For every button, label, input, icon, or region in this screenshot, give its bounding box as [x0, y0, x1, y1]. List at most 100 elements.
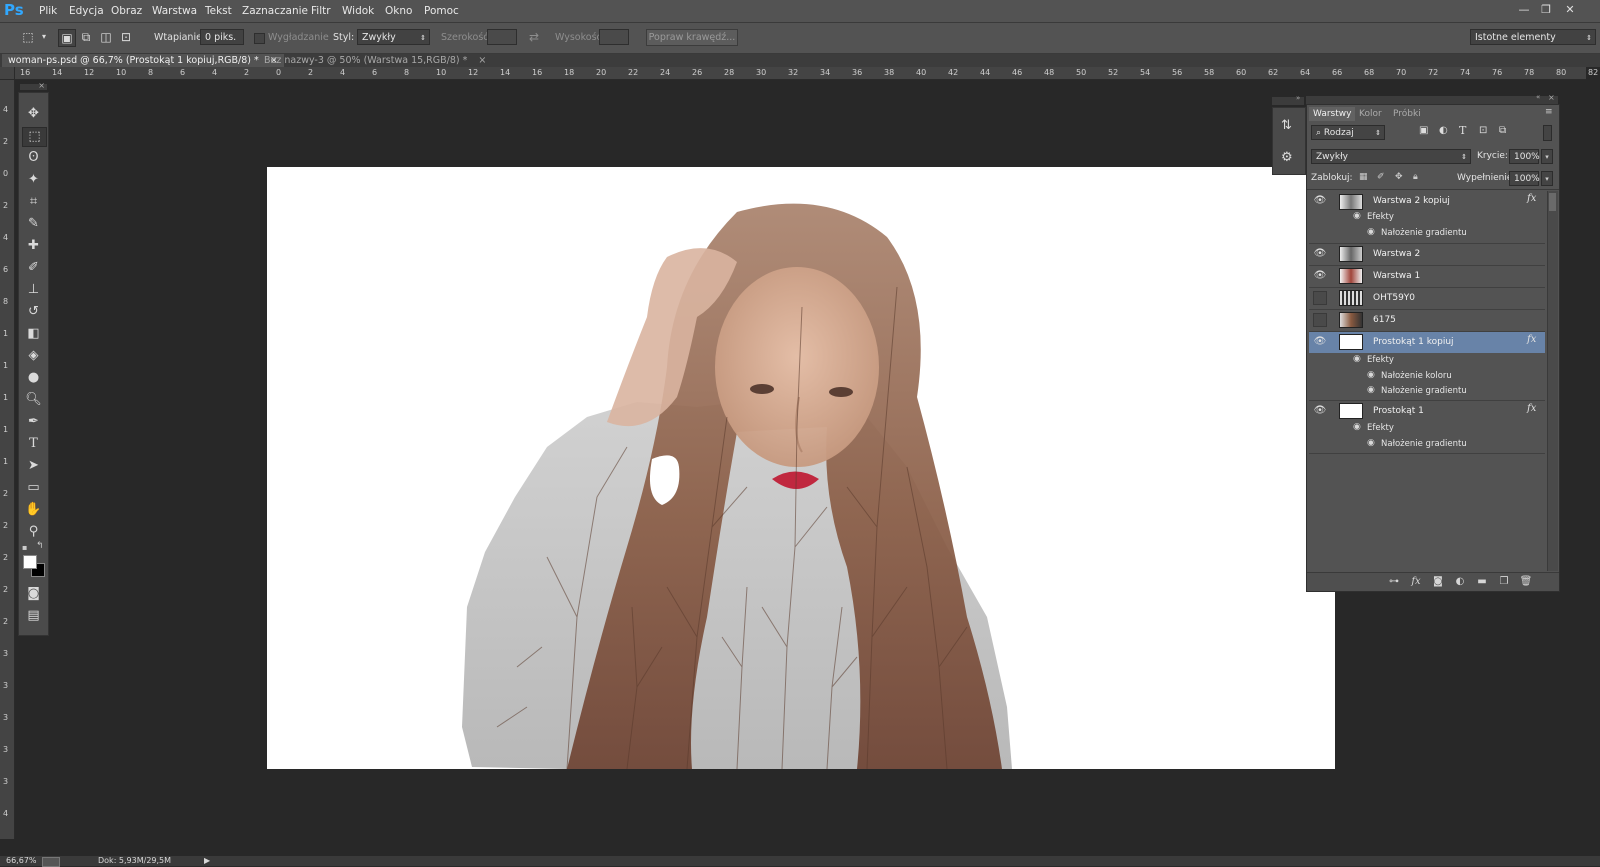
layer-row-6175[interactable]: 6175: [1309, 310, 1545, 332]
filter-pixel-icon[interactable]: ▣: [1419, 125, 1428, 136]
tab-bez-nazwy-3[interactable]: Bez nazwy-3 @ 50% (Warstwa 15,RGB/8) * ×: [258, 54, 492, 67]
effect-eye-icon[interactable]: ◉: [1367, 227, 1375, 237]
visibility-eye-icon[interactable]: 👁︎: [1313, 404, 1327, 418]
new-adjustment-layer-icon[interactable]: ◐: [1453, 576, 1467, 588]
layers-scrollbar[interactable]: [1547, 191, 1558, 571]
crop-tool-icon[interactable]: ⌗: [22, 193, 45, 211]
move-tool-icon[interactable]: ✥: [22, 105, 45, 123]
zoom-tool-icon[interactable]: ⚲: [22, 523, 45, 541]
visibility-eye-icon[interactable]: 👁︎: [1313, 269, 1327, 283]
menu-widok[interactable]: Widok: [342, 5, 374, 17]
opacity-input[interactable]: 100%: [1509, 149, 1540, 164]
fx-icon[interactable]: fx: [1527, 334, 1536, 345]
close-tab-icon[interactable]: ×: [478, 55, 486, 66]
collapse-icon[interactable]: «: [1536, 93, 1540, 101]
swap-dimensions-icon[interactable]: ⇄: [526, 29, 542, 45]
path-selection-tool-icon[interactable]: ➤: [22, 457, 45, 475]
toolbox-header[interactable]: ×: [20, 81, 47, 90]
effects-eye-icon[interactable]: ◉: [1353, 354, 1361, 364]
visibility-eye-icon[interactable]: 👁︎: [1313, 194, 1327, 208]
filter-kind-select[interactable]: ⌕ Rodzaj ⇕: [1311, 125, 1385, 140]
layer-row-warstwa-2-kopiuj[interactable]: 👁︎ Warstwa 2 kopiuj fx ◉ Efekty ◉ Nałoże…: [1309, 191, 1545, 244]
tab-warstwy[interactable]: Warstwy: [1309, 107, 1356, 121]
menu-okno[interactable]: Okno: [385, 5, 412, 17]
default-colors-icon[interactable]: ▪: [22, 543, 27, 552]
lock-all-icon[interactable]: 🔒︎: [1413, 172, 1418, 182]
menu-plik[interactable]: Plik: [39, 5, 57, 17]
brush-tool-icon[interactable]: ✐: [22, 259, 45, 277]
menu-edycja[interactable]: Edycja: [69, 5, 104, 17]
delete-layer-icon[interactable]: 🗑︎: [1519, 576, 1533, 588]
tab-woman-ps[interactable]: woman-ps.psd @ 66,7% (Prostokąt 1 kopiuj…: [2, 54, 284, 67]
hand-tool-icon[interactable]: ✋: [22, 501, 45, 519]
visibility-toggle-empty[interactable]: [1313, 313, 1327, 327]
panel-header[interactable]: « ×: [1306, 93, 1558, 104]
minimize-button[interactable]: —: [1516, 3, 1532, 17]
add-to-selection-icon[interactable]: ⧉: [78, 29, 94, 45]
new-selection-icon[interactable]: ▣: [58, 29, 76, 47]
workspace-select[interactable]: Istotne elementy ⇕: [1470, 29, 1596, 45]
screen-mode-icon[interactable]: ▤: [22, 607, 45, 625]
pen-tool-icon[interactable]: ✒: [22, 413, 45, 431]
fx-icon[interactable]: fx: [1527, 193, 1536, 204]
opacity-dropdown-icon[interactable]: ▾: [1541, 149, 1553, 164]
effect-eye-icon[interactable]: ◉: [1367, 370, 1375, 380]
marquee-tool-preset-icon[interactable]: ⬚: [20, 29, 36, 45]
close-icon[interactable]: ×: [38, 81, 45, 90]
layer-row-warstwa-1[interactable]: 👁︎ Warstwa 1: [1309, 266, 1545, 288]
status-menu-arrow-icon[interactable]: ▶: [204, 856, 210, 865]
zoom-level[interactable]: 66,67%: [6, 856, 37, 865]
clone-stamp-tool-icon[interactable]: ⊥: [22, 281, 45, 299]
eraser-tool-icon[interactable]: ◧: [22, 325, 45, 343]
filter-toggle[interactable]: [1543, 125, 1552, 141]
lock-transparent-icon[interactable]: ▦: [1359, 172, 1368, 182]
refine-edge-button[interactable]: Popraw krawędź...: [646, 29, 738, 46]
quick-mask-icon[interactable]: ◙: [22, 585, 45, 603]
add-layer-style-icon[interactable]: fx: [1409, 576, 1423, 588]
feather-input[interactable]: 0 piks.: [200, 29, 244, 45]
swap-colors-icon[interactable]: ↰: [36, 541, 44, 551]
visibility-eye-icon[interactable]: 👁︎: [1313, 247, 1327, 261]
layer-row-warstwa-2[interactable]: 👁︎ Warstwa 2: [1309, 244, 1545, 266]
effect-eye-icon[interactable]: ◉: [1367, 438, 1375, 448]
filter-type-icon[interactable]: T: [1459, 124, 1466, 137]
scrollbar-thumb[interactable]: [1549, 193, 1556, 211]
menu-obraz[interactable]: Obraz: [111, 5, 142, 17]
effects-eye-icon[interactable]: ◉: [1353, 211, 1361, 221]
antialias-checkbox[interactable]: [254, 33, 265, 44]
menu-tekst[interactable]: Tekst: [205, 5, 232, 17]
blur-tool-icon[interactable]: ●: [22, 369, 45, 387]
visibility-toggle-empty[interactable]: [1313, 291, 1327, 305]
width-input[interactable]: [487, 29, 517, 45]
panel-menu-icon[interactable]: ≡: [1545, 107, 1553, 117]
tab-kolor[interactable]: Kolor: [1355, 107, 1386, 121]
healing-brush-tool-icon[interactable]: ✚: [22, 237, 45, 255]
height-input[interactable]: [599, 29, 629, 45]
tab-probki[interactable]: Próbki: [1389, 107, 1425, 121]
eyedropper-tool-icon[interactable]: ✎: [22, 215, 45, 233]
paint-bucket-tool-icon[interactable]: ◈: [22, 347, 45, 365]
lock-position-icon[interactable]: ✥: [1395, 172, 1403, 182]
adjustments-panel-icon[interactable]: ⚙: [1281, 150, 1293, 165]
visibility-eye-icon[interactable]: 👁︎: [1313, 335, 1327, 349]
new-group-icon[interactable]: ▬: [1475, 576, 1489, 588]
menu-filtr[interactable]: Filtr: [311, 5, 331, 17]
filter-adjustment-icon[interactable]: ◐: [1439, 125, 1448, 136]
effect-eye-icon[interactable]: ◉: [1367, 385, 1375, 395]
layer-row-prostokat-1[interactable]: 👁︎ Prostokąt 1 fx ◉ Efekty ◉ Nałożenie g…: [1309, 401, 1545, 454]
rectangle-tool-icon[interactable]: ▭: [22, 479, 45, 497]
fx-icon[interactable]: fx: [1527, 403, 1536, 414]
filter-shape-icon[interactable]: ⊡: [1479, 125, 1487, 136]
new-layer-icon[interactable]: ❐: [1497, 576, 1511, 588]
menu-warstwa[interactable]: Warstwa: [152, 5, 197, 17]
style-select[interactable]: Zwykły ⇕: [357, 29, 430, 45]
layer-row-oht59y0[interactable]: OHT59Y0: [1309, 288, 1545, 310]
rectangular-marquee-tool-icon[interactable]: ⬚: [22, 127, 47, 147]
blend-mode-select[interactable]: Zwykły ⇕: [1311, 149, 1471, 164]
document-canvas[interactable]: [267, 167, 1335, 769]
history-panel-icon[interactable]: ⇅: [1281, 118, 1292, 133]
close-button[interactable]: ✕: [1562, 3, 1578, 17]
type-tool-icon[interactable]: T: [22, 435, 45, 453]
restore-button[interactable]: ❐: [1538, 3, 1554, 17]
history-brush-tool-icon[interactable]: ↺: [22, 303, 45, 321]
